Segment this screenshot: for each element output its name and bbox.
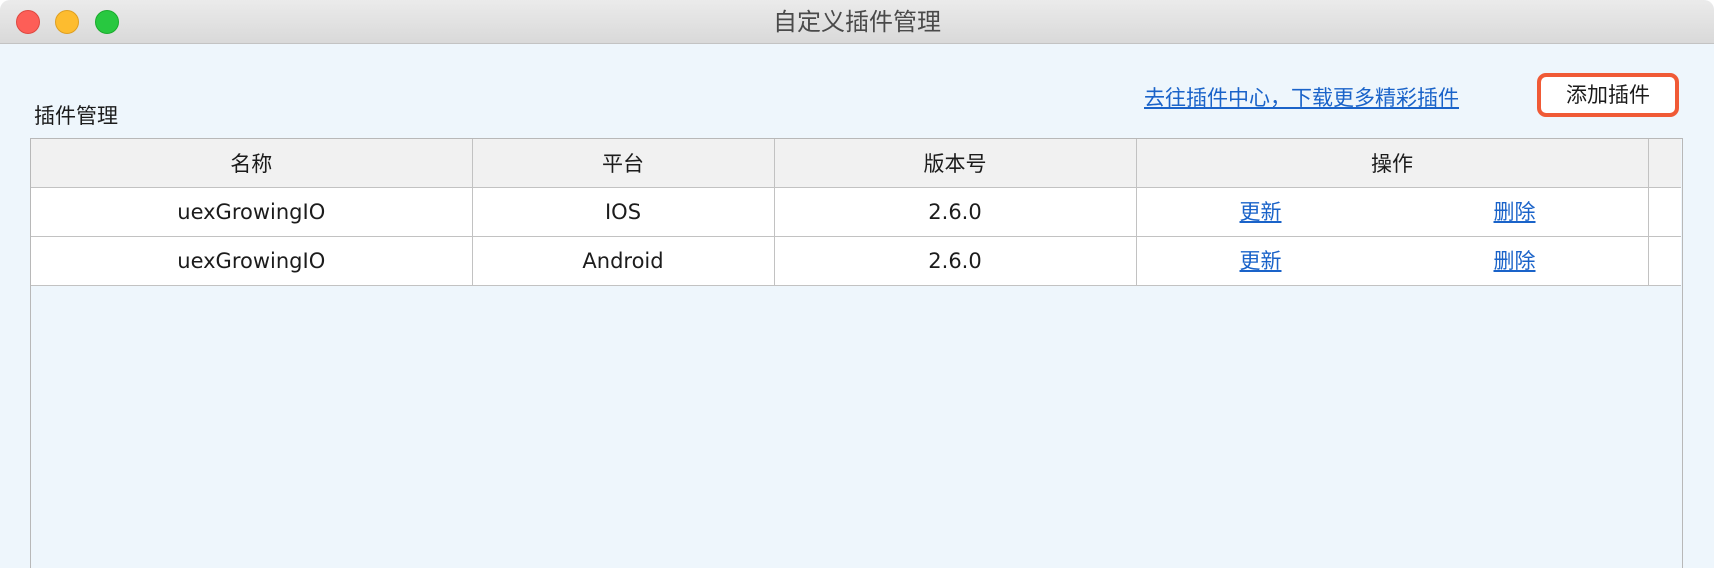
- cell-platform: IOS: [472, 187, 775, 237]
- delete-link[interactable]: 删除: [1494, 245, 1536, 275]
- cell-plugin-name: uexGrowingIO: [31, 187, 473, 237]
- cell-platform: Android: [472, 236, 775, 286]
- cell-actions: 更新 删除: [1136, 236, 1649, 286]
- plugin-table: 名称 平台 版本号 操作 uexGrowingIO IOS 2.6.0 更新 删…: [31, 139, 1681, 286]
- plugin-manager-window: 自定义插件管理 插件管理 去往插件中心，下载更多精彩插件 添加插件 名称 平台: [0, 0, 1714, 568]
- table-header-row: 名称 平台 版本号 操作: [31, 139, 1681, 188]
- cell-spacer: [1648, 236, 1681, 286]
- table-row[interactable]: uexGrowingIO IOS 2.6.0 更新 删除: [31, 187, 1681, 237]
- column-header-actions[interactable]: 操作: [1136, 139, 1649, 188]
- cell-version: 2.6.0: [774, 187, 1137, 237]
- main-content: 插件管理 去往插件中心，下载更多精彩插件 添加插件 名称 平台 版本号 操作 u…: [0, 44, 1714, 568]
- add-plugin-button[interactable]: 添加插件: [1537, 73, 1679, 117]
- section-label: 插件管理: [34, 104, 118, 128]
- table-row[interactable]: uexGrowingIO Android 2.6.0 更新 删除: [31, 236, 1681, 286]
- update-link[interactable]: 更新: [1240, 196, 1282, 226]
- title-bar[interactable]: 自定义插件管理: [0, 0, 1714, 44]
- column-header-platform[interactable]: 平台: [472, 139, 775, 188]
- window-title: 自定义插件管理: [773, 8, 941, 36]
- column-header-name[interactable]: 名称: [31, 139, 473, 188]
- plugin-center-link[interactable]: 去往插件中心，下载更多精彩插件: [1144, 82, 1459, 112]
- column-header-spacer: [1648, 139, 1681, 188]
- cell-spacer: [1648, 187, 1681, 237]
- cell-actions: 更新 删除: [1136, 187, 1649, 237]
- cell-plugin-name: uexGrowingIO: [31, 236, 473, 286]
- plugin-table-container: 名称 平台 版本号 操作 uexGrowingIO IOS 2.6.0 更新 删…: [30, 138, 1683, 568]
- column-header-version[interactable]: 版本号: [774, 139, 1137, 188]
- cell-version: 2.6.0: [774, 236, 1137, 286]
- update-link[interactable]: 更新: [1240, 245, 1282, 275]
- delete-link[interactable]: 删除: [1494, 196, 1536, 226]
